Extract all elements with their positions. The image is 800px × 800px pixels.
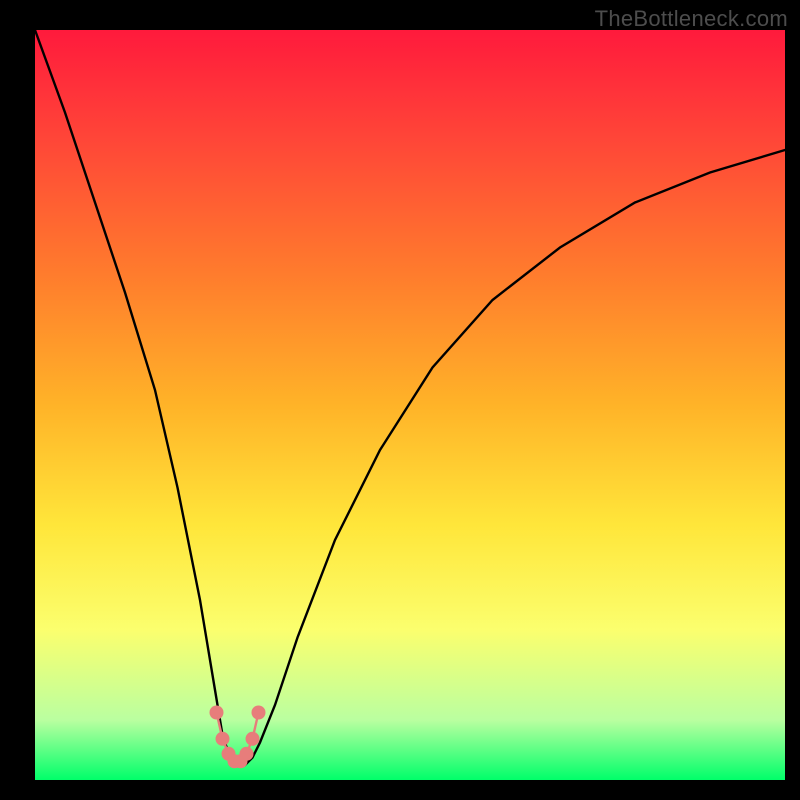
plot-area: [35, 30, 785, 780]
chart-frame: TheBottleneck.com: [0, 0, 800, 800]
optimal-marker-5: [240, 747, 254, 761]
optimal-marker-0: [210, 706, 224, 720]
watermark-text: TheBottleneck.com: [595, 6, 788, 32]
optimal-marker-7: [252, 706, 266, 720]
bottleneck-curve: [35, 30, 785, 780]
optimal-marker-1: [216, 732, 230, 746]
optimal-zone-markers: [210, 706, 266, 769]
curve-path: [35, 30, 785, 765]
optimal-marker-6: [246, 732, 260, 746]
